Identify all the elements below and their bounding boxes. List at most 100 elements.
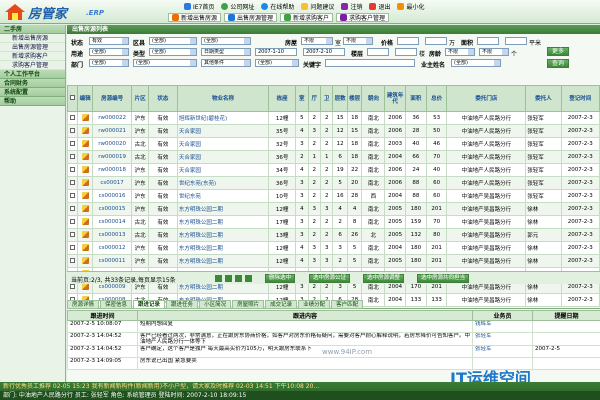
table-row[interactable]: cs000012 沪东 有效 东方明珠公园二期 12幢 4 3 3 3 5 南北 2004 180 201…: [66, 241, 600, 255]
table-cell[interactable]: rw000022: [91, 111, 133, 125]
column-header[interactable]: 片区: [131, 85, 149, 112]
table-cell[interactable]: 天合家园: [176, 150, 270, 164]
table-row[interactable]: rw000020 古北 有效 天合家园 32号 3 2 2 12 18 南北 2003 40 46 中油地产…: [66, 137, 600, 151]
tab-item[interactable]: 保密信息: [100, 300, 133, 309]
nav-suggest[interactable]: 问题建议: [299, 2, 336, 11]
edit-pencil-icon[interactable]: [81, 113, 89, 121]
row-checkbox[interactable]: [70, 140, 76, 146]
row-checkbox[interactable]: [70, 283, 76, 289]
table-cell[interactable]: 天合家园: [176, 137, 270, 151]
row-checkbox[interactable]: [70, 179, 76, 185]
nav-exit[interactable]: 退出: [367, 2, 392, 11]
sidebar-item-add-sale[interactable]: 新增出售房源: [0, 34, 65, 43]
last-page-icon[interactable]: [245, 275, 252, 282]
next-page-icon[interactable]: [235, 275, 242, 282]
column-header[interactable]: [66, 85, 79, 112]
table-cell[interactable]: cs000011: [91, 254, 133, 268]
date-to-input[interactable]: 2007-2-10: [303, 48, 345, 56]
followup-row[interactable]: 2007-2-3 14:04:52 客户已经看过两次，非常满意，正在跟房东协商价格…: [67, 332, 600, 346]
area-select[interactable]: (全部): [201, 37, 251, 45]
edit-pencil-icon[interactable]: [81, 230, 89, 238]
table-row[interactable]: cs000011 沪东 有效 东方明珠公园二期 12幢 4 3 3 2 5 南北 2005 180 201…: [66, 254, 600, 268]
other-value-select[interactable]: (全部): [255, 59, 299, 67]
adjust-selected-button[interactable]: 选中房源调整: [363, 274, 405, 283]
area-min-input[interactable]: [477, 37, 499, 45]
nav-company-site[interactable]: 公司网址: [219, 2, 256, 11]
table-row[interactable]: cs000015 沪东 有效 东方明珠公园二期 12幢 4 3 3 4 4 南北 2005 180 201…: [66, 202, 600, 216]
followup-row[interactable]: 2007-2-5 10:08:07 短期内想回复 钱辉军: [67, 320, 600, 333]
sidebar-header-help[interactable]: 帮助: [0, 97, 65, 106]
table-cell[interactable]: cs000012: [91, 241, 133, 255]
keyword-input[interactable]: [325, 59, 415, 67]
column-header[interactable]: 委托门店: [446, 85, 527, 112]
row-checkbox[interactable]: [70, 257, 76, 263]
sidebar-item-sale-manage[interactable]: 出售房源管理: [0, 43, 65, 52]
owner-select[interactable]: (全部): [451, 59, 501, 67]
table-cell[interactable]: cs000014: [91, 215, 133, 229]
edit-pencil-icon[interactable]: [81, 126, 89, 134]
district-select[interactable]: (全部): [149, 37, 197, 45]
usage-select[interactable]: (全部): [89, 48, 129, 56]
tab-item[interactable]: 业绩分配: [298, 300, 331, 309]
dept-select[interactable]: (全部): [89, 59, 129, 67]
sidebar-header-workspace[interactable]: 个人工作平台: [0, 70, 65, 79]
row-checkbox[interactable]: [70, 192, 76, 198]
table-cell[interactable]: 东方明珠公园二期: [176, 228, 270, 242]
edit-pencil-icon[interactable]: [81, 243, 89, 251]
sidebar-header-settings[interactable]: 系统配置: [0, 88, 65, 97]
table-cell[interactable]: rw000019: [91, 150, 133, 164]
column-header[interactable]: 委托人: [525, 85, 562, 112]
table-row[interactable]: cs000014 古北 有效 东方明珠公园二期 17幢 3 2 2 2 8 南北 2005 159 70 中…: [66, 215, 600, 229]
table-cell[interactable]: rw000021: [91, 124, 133, 138]
table-cell[interactable]: cs000013: [91, 228, 133, 242]
other-condition-select[interactable]: 其他条件: [201, 59, 251, 67]
table-row[interactable]: rw000018 沪东 有效 天合家园 34号 4 2 2 19 22 南北 2006 24 40 中油地产…: [66, 163, 600, 177]
column-header[interactable]: 登记时间: [560, 85, 600, 112]
row-checkbox[interactable]: [70, 218, 76, 224]
tab-item[interactable]: 客户匹配: [331, 300, 364, 309]
table-cell[interactable]: 世纪东苑: [176, 189, 270, 203]
column-header[interactable]: 朝向: [361, 85, 386, 112]
co-manage-selected-button[interactable]: 选中房源共同担当: [417, 274, 470, 283]
nav-help[interactable]: 在线帮助: [259, 2, 296, 11]
first-page-icon[interactable]: [215, 275, 222, 282]
table-cell[interactable]: 东方明珠公园二期: [176, 202, 270, 216]
room2-select[interactable]: 不限: [479, 48, 509, 56]
tab-item[interactable]: 小区简况: [199, 300, 232, 309]
date-type-select[interactable]: 日期类型: [201, 48, 251, 56]
table-cell[interactable]: 东方明珠公园二期: [176, 254, 270, 268]
room-select[interactable]: 不限: [343, 37, 373, 45]
table-cell[interactable]: rw000020: [91, 137, 133, 151]
table-row[interactable]: rw000022 沪东 有效 旭辉新世纪(碧桂花) 12幢 5 2 2 15 18 南北 2006 36…: [66, 111, 600, 125]
edit-pencil-icon[interactable]: [81, 152, 89, 160]
floor-min-input[interactable]: [367, 48, 389, 56]
row-checkbox[interactable]: [70, 127, 76, 133]
nav-logout[interactable]: 注销: [339, 2, 364, 11]
sidebar-header-contract[interactable]: 合同财务: [0, 79, 65, 88]
table-cell[interactable]: cs00017: [91, 176, 133, 190]
edit-pencil-icon[interactable]: [81, 165, 89, 173]
notarize-selected-button[interactable]: 选中房源公证: [309, 274, 351, 283]
row-checkbox[interactable]: [70, 244, 76, 250]
tab-item[interactable]: 成交记录: [265, 300, 298, 309]
sale-listing-manage-button[interactable]: 出售房源管理: [224, 13, 278, 22]
add-buyer-button[interactable]: 新增求购客户: [280, 13, 334, 22]
row-checkbox[interactable]: [70, 153, 76, 159]
table-row[interactable]: cs000016 沪东 有效 世纪东苑 10号 3 2 2 16 28 西 2004 88 60 中油地产吴…: [66, 189, 600, 203]
delete-selected-button[interactable]: 删除选中: [265, 274, 296, 283]
age-select[interactable]: 不限: [445, 48, 475, 56]
column-header[interactable]: 楼层: [346, 85, 363, 112]
column-header[interactable]: 编辑: [77, 85, 93, 112]
table-row[interactable]: rw000019 古北 有效 天合家园 36号 2 1 1 6 18 南北 2004 66 70 中油地产人…: [66, 150, 600, 164]
table-row[interactable]: cs000013 古北 有效 东方明珠公园二期 13幢 3 2 2 6 26 北 2005 132 80 中…: [66, 228, 600, 242]
edit-pencil-icon[interactable]: [81, 178, 89, 186]
house-type-select[interactable]: 不限: [301, 37, 333, 45]
edit-pencil-icon[interactable]: [81, 139, 89, 147]
sidebar-item-buyer-manage[interactable]: 求购客户管理: [0, 61, 65, 70]
table-cell[interactable]: cs000015: [91, 202, 133, 216]
row-checkbox[interactable]: [70, 114, 76, 120]
search-button[interactable]: 查询: [547, 59, 569, 68]
row-checkbox[interactable]: [70, 166, 76, 172]
edit-pencil-icon[interactable]: [81, 256, 89, 264]
buyer-manage-button[interactable]: 求购客户管理: [336, 13, 390, 22]
